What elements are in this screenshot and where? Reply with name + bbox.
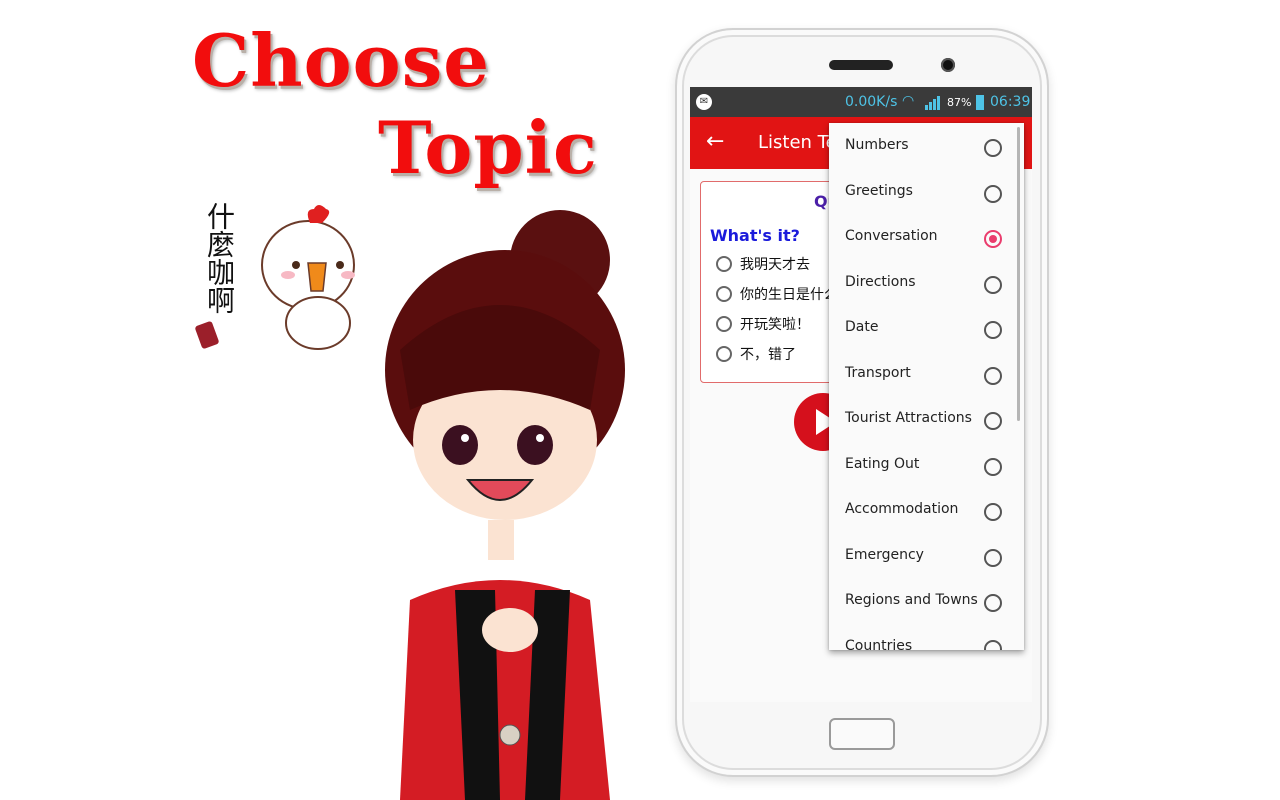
radio-unchecked-icon[interactable] [984, 412, 1002, 430]
battery-icon [976, 95, 984, 110]
network-speed: 0.00K/s [845, 94, 898, 110]
home-button[interactable] [829, 718, 895, 750]
radio-unchecked-icon[interactable] [984, 321, 1002, 339]
headline-topic: Topic [378, 105, 598, 190]
headline-choose: Choose [192, 18, 491, 103]
topic-option-conversation[interactable]: Conversation [829, 216, 1024, 261]
topic-option-label: Countries [845, 637, 913, 651]
topic-option-label: Transport [845, 364, 911, 381]
topic-option-regions-and-towns[interactable]: Regions and Towns [829, 580, 1024, 625]
radio-unchecked-icon[interactable] [984, 594, 1002, 612]
radio-unchecked-icon[interactable] [984, 503, 1002, 521]
battery-percent: 87% [947, 96, 972, 109]
topic-option-date[interactable]: Date [829, 307, 1024, 352]
radio-unchecked-icon[interactable] [984, 139, 1002, 157]
topic-option-emergency[interactable]: Emergency [829, 535, 1024, 580]
quiz-question: What's it? [710, 226, 800, 245]
topic-option-tourist-attractions[interactable]: Tourist Attractions [829, 398, 1024, 443]
radio-unchecked-icon[interactable] [984, 184, 1002, 203]
radio-icon[interactable] [716, 316, 732, 332]
topic-option-label: Regions and Towns [845, 592, 978, 608]
radio-unchecked-icon[interactable] [984, 366, 1002, 385]
topic-option-numbers[interactable]: Numbers [829, 125, 1024, 170]
radio-icon[interactable] [716, 256, 732, 272]
radio-unchecked-icon[interactable] [984, 275, 1002, 294]
back-arrow-icon[interactable]: ← [706, 129, 724, 154]
radio-checked-icon[interactable] [984, 230, 1002, 248]
radio-unchecked-icon[interactable] [984, 548, 1002, 567]
radio-icon[interactable] [716, 346, 732, 362]
status-bar: ✉ 0.00K/s ◠ 87% 06:39 [690, 87, 1032, 117]
topic-option-label: Conversation [845, 228, 938, 244]
topic-dropdown-menu[interactable]: Numbers Greetings Conversation Directions Da… [829, 123, 1024, 650]
topic-option-label: Accommodation [845, 501, 959, 517]
topic-option-accommodation[interactable]: Accommodation [829, 489, 1024, 534]
wifi-icon: ◠ [902, 93, 915, 109]
phone-mockup: ✉ 0.00K/s ◠ 87% 06:39 ← Listen Test Quiz… [675, 28, 1049, 777]
topic-option-label: Emergency [845, 546, 924, 563]
signal-icon [925, 94, 943, 110]
phone-speaker [829, 60, 893, 70]
topic-option-greetings[interactable]: Greetings [829, 171, 1024, 216]
topic-option-directions[interactable]: Directions [829, 262, 1024, 307]
phone-screen: ✉ 0.00K/s ◠ 87% 06:39 ← Listen Test Quiz… [690, 87, 1032, 702]
topic-option-label: Numbers [845, 137, 909, 153]
quiz-option[interactable]: 不，错了 [716, 344, 796, 364]
phone-camera [941, 58, 955, 72]
topic-option-countries[interactable]: Countries [829, 626, 1024, 651]
topic-option-transport[interactable]: Transport [829, 353, 1024, 398]
topic-option-label: Date [845, 319, 879, 335]
radio-unchecked-icon[interactable] [984, 639, 1002, 650]
radio-icon[interactable] [716, 286, 732, 302]
quiz-option[interactable]: 开玩笑啦！ [716, 314, 810, 334]
topic-option-label: Tourist Attractions [845, 410, 972, 426]
radio-unchecked-icon[interactable] [984, 457, 1002, 476]
girl-illustration [385, 210, 625, 800]
clock: 06:39 [990, 94, 1031, 110]
topic-option-label: Directions [845, 273, 916, 290]
topic-option-label: Eating Out [845, 455, 920, 472]
topic-option-label: Greetings [845, 182, 913, 199]
quiz-option[interactable]: 我明天才去 [716, 254, 810, 274]
messenger-icon: ✉ [696, 94, 712, 110]
topic-option-eating-out[interactable]: Eating Out [829, 444, 1024, 489]
